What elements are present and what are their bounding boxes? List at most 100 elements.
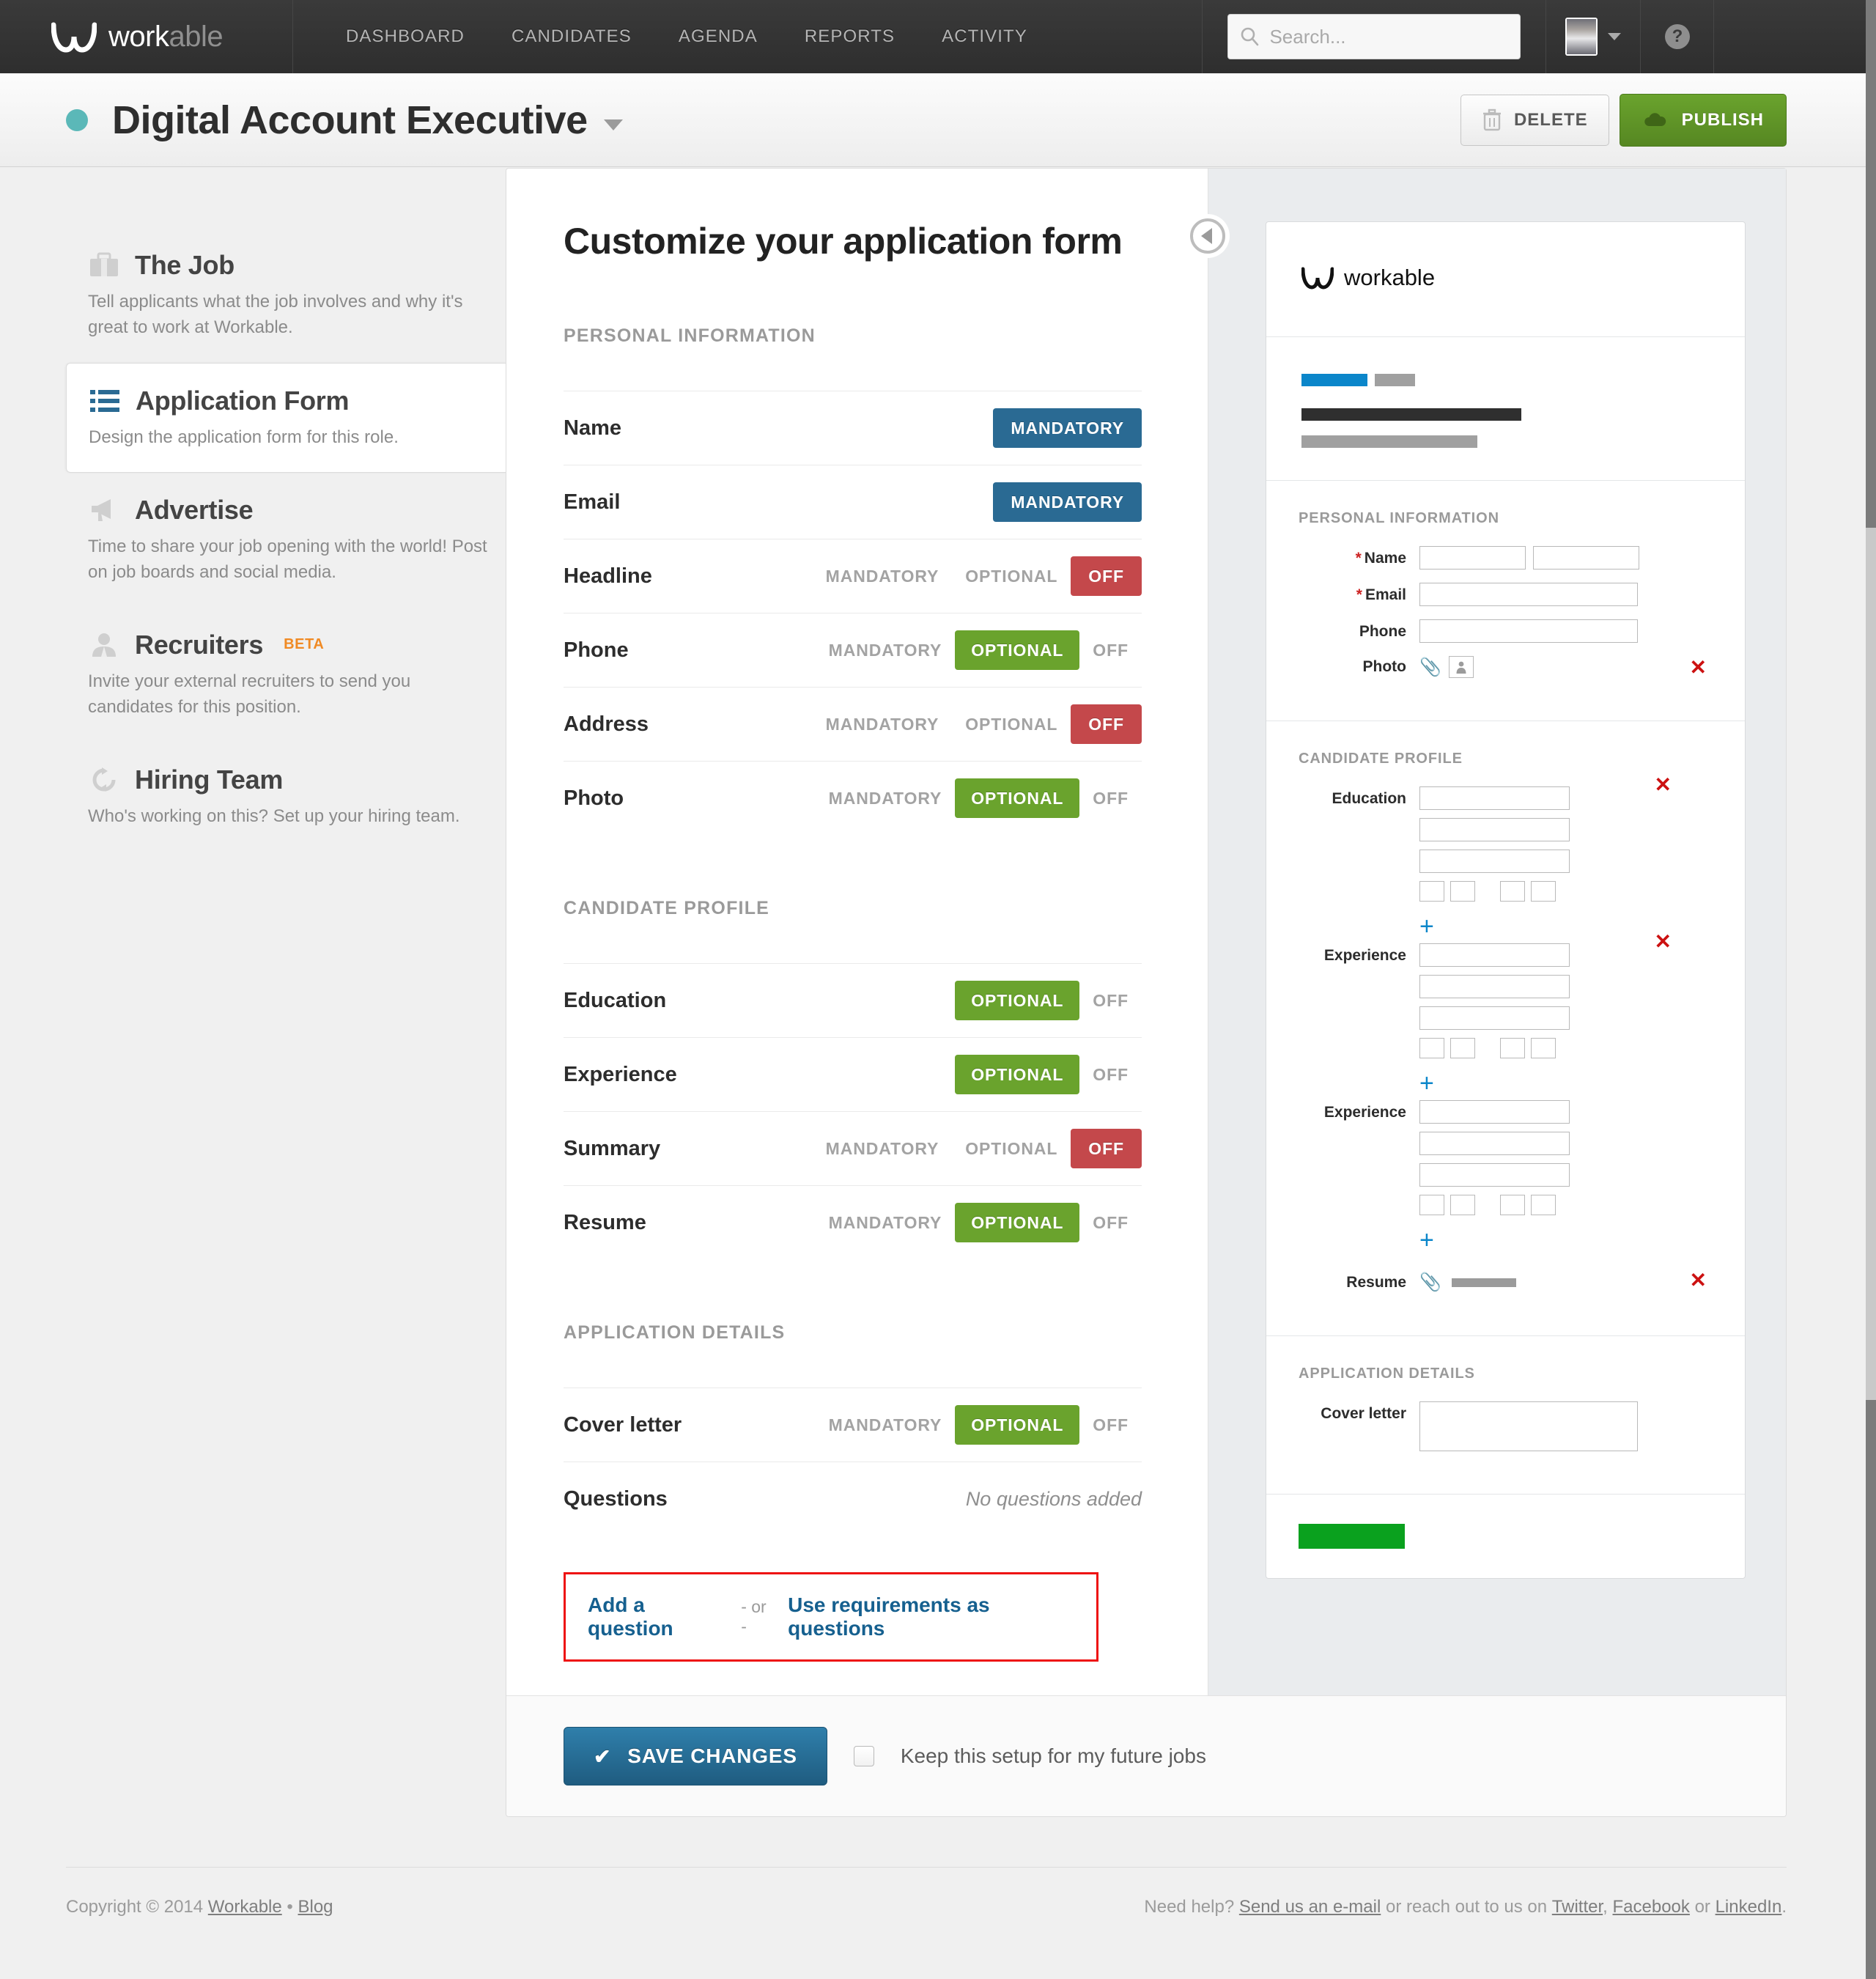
user-menu[interactable] [1546, 0, 1642, 73]
primary-nav-links: DASHBOARD CANDIDATES AGENDA REPORTS ACTI… [293, 0, 1051, 73]
preview-input-experience1-to-year[interactable] [1531, 1038, 1556, 1058]
nav-link-reports[interactable]: REPORTS [781, 0, 918, 73]
preview-input-education-to-year[interactable] [1531, 881, 1556, 902]
option-mandatory-headline[interactable]: MANDATORY [813, 557, 953, 595]
option-off-phone[interactable]: OFF [1079, 631, 1142, 669]
collapse-preview-button[interactable] [1186, 214, 1230, 258]
option-off-resume[interactable]: OFF [1079, 1204, 1142, 1242]
sidebar-item-recruiters[interactable]: Recruiters BETA Invite your external rec… [66, 608, 506, 742]
preview-input-education-1[interactable] [1419, 786, 1570, 810]
option-off-cover-letter[interactable]: OFF [1079, 1406, 1142, 1444]
option-mandatory-resume[interactable]: MANDATORY [816, 1204, 956, 1242]
option-mandatory-photo[interactable]: MANDATORY [816, 779, 956, 817]
scrollbar-thumb-top[interactable] [1866, 0, 1876, 528]
page-footer: Copyright © 2014 Workable • Blog Need he… [66, 1867, 1787, 1917]
preview-input-first-name[interactable] [1419, 546, 1526, 570]
option-mandatory-cover-letter[interactable]: MANDATORY [816, 1406, 956, 1444]
option-optional-headline[interactable]: OPTIONAL [952, 557, 1071, 595]
job-menu-chevron-down-icon[interactable] [603, 119, 623, 130]
preview-input-cover-letter[interactable] [1419, 1401, 1638, 1451]
option-optional-summary[interactable]: OPTIONAL [952, 1129, 1071, 1168]
publish-button[interactable]: PUBLISH [1619, 93, 1787, 147]
workable-logo[interactable]: workable [51, 21, 224, 54]
option-mandatory-summary[interactable]: MANDATORY [813, 1129, 953, 1168]
option-off-experience[interactable]: OFF [1079, 1055, 1142, 1094]
preview-input-experience2-2[interactable] [1419, 1132, 1570, 1155]
footer-facebook-link[interactable]: Facebook [1612, 1897, 1689, 1917]
preview-input-experience1-from-month[interactable] [1419, 1038, 1444, 1058]
option-mandatory-email[interactable]: MANDATORY [993, 482, 1142, 522]
nav-link-activity[interactable]: ACTIVITY [918, 0, 1051, 73]
option-mandatory-address[interactable]: MANDATORY [813, 705, 953, 743]
option-mandatory-phone[interactable]: MANDATORY [816, 631, 956, 669]
option-off-photo[interactable]: OFF [1079, 779, 1142, 817]
nav-link-candidates[interactable]: CANDIDATES [488, 0, 655, 73]
preview-input-experience1-1[interactable] [1419, 943, 1570, 967]
option-optional-photo[interactable]: OPTIONAL [955, 778, 1080, 818]
chevron-down-icon[interactable] [1608, 33, 1622, 40]
preview-input-last-name[interactable] [1533, 546, 1639, 570]
footer-email-link[interactable]: Send us an e-mail [1239, 1897, 1381, 1917]
preview-input-education-from-year[interactable] [1450, 881, 1475, 902]
option-off-education[interactable]: OFF [1079, 981, 1142, 1020]
preview-photo-thumbnail[interactable] [1448, 656, 1474, 678]
preview-add-education-icon[interactable]: + [1419, 914, 1570, 939]
preview-input-experience2-1[interactable] [1419, 1100, 1570, 1124]
scrollbar-thumb-bottom[interactable] [1866, 1400, 1876, 1979]
preview-input-experience2-to-month[interactable] [1500, 1195, 1525, 1215]
preview-input-experience1-2[interactable] [1419, 975, 1570, 998]
preview-input-education-2[interactable] [1419, 818, 1570, 841]
preview-input-experience2-from-month[interactable] [1419, 1195, 1444, 1215]
sidebar-item-advertise[interactable]: Advertise Time to share your job opening… [66, 473, 506, 608]
sidebar-item-hiring-team[interactable]: Hiring Team Who's working on this? Set u… [66, 742, 506, 852]
preview-remove-experience-icon-1[interactable]: ✕ [1655, 932, 1672, 952]
preview-input-education-3[interactable] [1419, 850, 1570, 873]
option-off-headline[interactable]: OFF [1071, 556, 1142, 596]
sidebar-item-the-job[interactable]: The Job Tell applicants what the job inv… [66, 228, 506, 363]
option-mandatory-name[interactable]: MANDATORY [993, 408, 1142, 448]
preview-input-experience1-from-year[interactable] [1450, 1038, 1475, 1058]
preview-input-education-from-month[interactable] [1419, 881, 1444, 902]
preview-apply-button[interactable] [1299, 1524, 1405, 1549]
preview-add-experience-icon-2[interactable]: + [1419, 1228, 1570, 1253]
option-optional-phone[interactable]: OPTIONAL [955, 630, 1080, 670]
nav-link-dashboard[interactable]: DASHBOARD [322, 0, 488, 73]
preview-input-experience1-3[interactable] [1419, 1006, 1570, 1030]
option-optional-cover-letter[interactable]: OPTIONAL [955, 1405, 1080, 1445]
add-question-link[interactable]: Add a question [588, 1593, 728, 1640]
preview-input-experience2-3[interactable] [1419, 1163, 1570, 1187]
option-off-summary[interactable]: OFF [1071, 1129, 1142, 1168]
brand-area[interactable]: workable [0, 0, 293, 73]
option-off-address[interactable]: OFF [1071, 704, 1142, 744]
avatar[interactable] [1565, 18, 1598, 56]
option-optional-resume[interactable]: OPTIONAL [955, 1203, 1080, 1242]
footer-twitter-link[interactable]: Twitter [1552, 1897, 1603, 1917]
help-button[interactable]: ? [1641, 0, 1715, 73]
footer-blog-link[interactable]: Blog [298, 1897, 333, 1917]
preview-remove-photo-icon[interactable]: ✕ [1690, 657, 1707, 678]
preview-input-experience2-to-year[interactable] [1531, 1195, 1556, 1215]
keep-setup-checkbox[interactable] [853, 1746, 874, 1766]
help-icon: ? [1664, 24, 1690, 49]
search-input[interactable]: Search... [1227, 14, 1521, 59]
save-changes-button[interactable]: ✔ SAVE CHANGES [564, 1727, 827, 1785]
preview-input-education-to-month[interactable] [1500, 881, 1525, 902]
option-optional-education[interactable]: OPTIONAL [955, 981, 1080, 1020]
footer-workable-link[interactable]: Workable [208, 1897, 282, 1917]
option-optional-address[interactable]: OPTIONAL [952, 705, 1071, 743]
preview-remove-education-icon[interactable]: ✕ [1655, 775, 1672, 795]
page-scrollbar[interactable] [1866, 0, 1876, 1979]
use-requirements-as-questions-link[interactable]: Use requirements as questions [788, 1593, 1076, 1640]
option-optional-experience[interactable]: OPTIONAL [955, 1055, 1080, 1094]
preview-remove-resume-icon[interactable]: ✕ [1690, 1270, 1707, 1291]
preview-add-experience-icon-1[interactable]: + [1419, 1071, 1570, 1096]
footer-linkedin-link[interactable]: LinkedIn [1716, 1897, 1782, 1917]
save-changes-label: SAVE CHANGES [627, 1744, 797, 1767]
preview-input-experience2-from-year[interactable] [1450, 1195, 1475, 1215]
preview-input-experience1-to-month[interactable] [1500, 1038, 1525, 1058]
preview-input-phone[interactable] [1419, 619, 1638, 643]
sidebar-item-application-form[interactable]: Application Form Design the application … [66, 362, 507, 473]
nav-link-agenda[interactable]: AGENDA [655, 0, 781, 73]
preview-input-email[interactable] [1419, 583, 1638, 606]
delete-button[interactable]: DELETE [1460, 94, 1609, 146]
